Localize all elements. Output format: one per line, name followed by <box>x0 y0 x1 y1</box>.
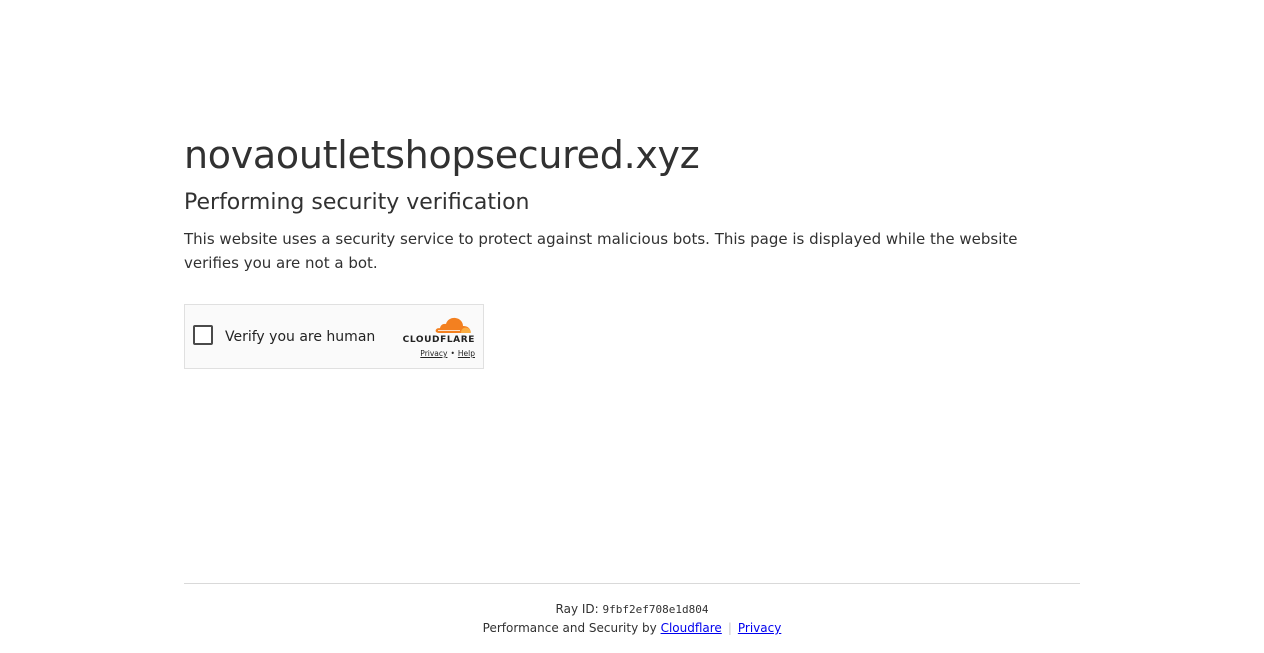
turnstile-widget: Verify you are human CLOUDFLARE Privacy •… <box>184 304 484 369</box>
cloudflare-wordmark: CLOUDFLARE <box>402 335 475 345</box>
ray-id-label: Ray ID: <box>555 602 599 616</box>
footer-privacy-link[interactable]: Privacy <box>738 621 781 635</box>
cloudflare-cloud-icon <box>435 317 471 333</box>
footer-divider <box>184 583 1080 584</box>
verify-label[interactable]: Verify you are human <box>225 327 375 347</box>
footer-separator: | <box>727 621 732 635</box>
page-subtitle: Performing security verification <box>184 190 530 215</box>
widget-links: Privacy • Help <box>420 349 475 358</box>
cloudflare-link[interactable]: Cloudflare <box>661 621 722 635</box>
page-description: This website uses a security service to … <box>184 230 1018 272</box>
verify-checkbox[interactable] <box>193 325 213 345</box>
performance-line: Performance and Security by Cloudflare | P… <box>184 619 1080 638</box>
challenge-page: novaoutletshopsecured.xyz Performing sec… <box>0 0 1264 653</box>
widget-link-separator: • <box>450 349 455 358</box>
performance-text: Performance and Security by <box>482 621 657 635</box>
widget-help-link[interactable]: Help <box>458 349 475 358</box>
widget-privacy-link[interactable]: Privacy <box>420 349 447 358</box>
site-title: novaoutletshopsecured.xyz <box>184 133 700 177</box>
footer: Ray ID: 9fbf2ef708e1d804 Performance and… <box>184 600 1080 638</box>
ray-id-line: Ray ID: 9fbf2ef708e1d804 <box>184 600 1080 619</box>
main-content: novaoutletshopsecured.xyz Performing sec… <box>184 130 1080 369</box>
ray-id-value: 9fbf2ef708e1d804 <box>602 603 709 616</box>
cloudflare-branding: CLOUDFLARE Privacy • Help <box>395 315 475 361</box>
